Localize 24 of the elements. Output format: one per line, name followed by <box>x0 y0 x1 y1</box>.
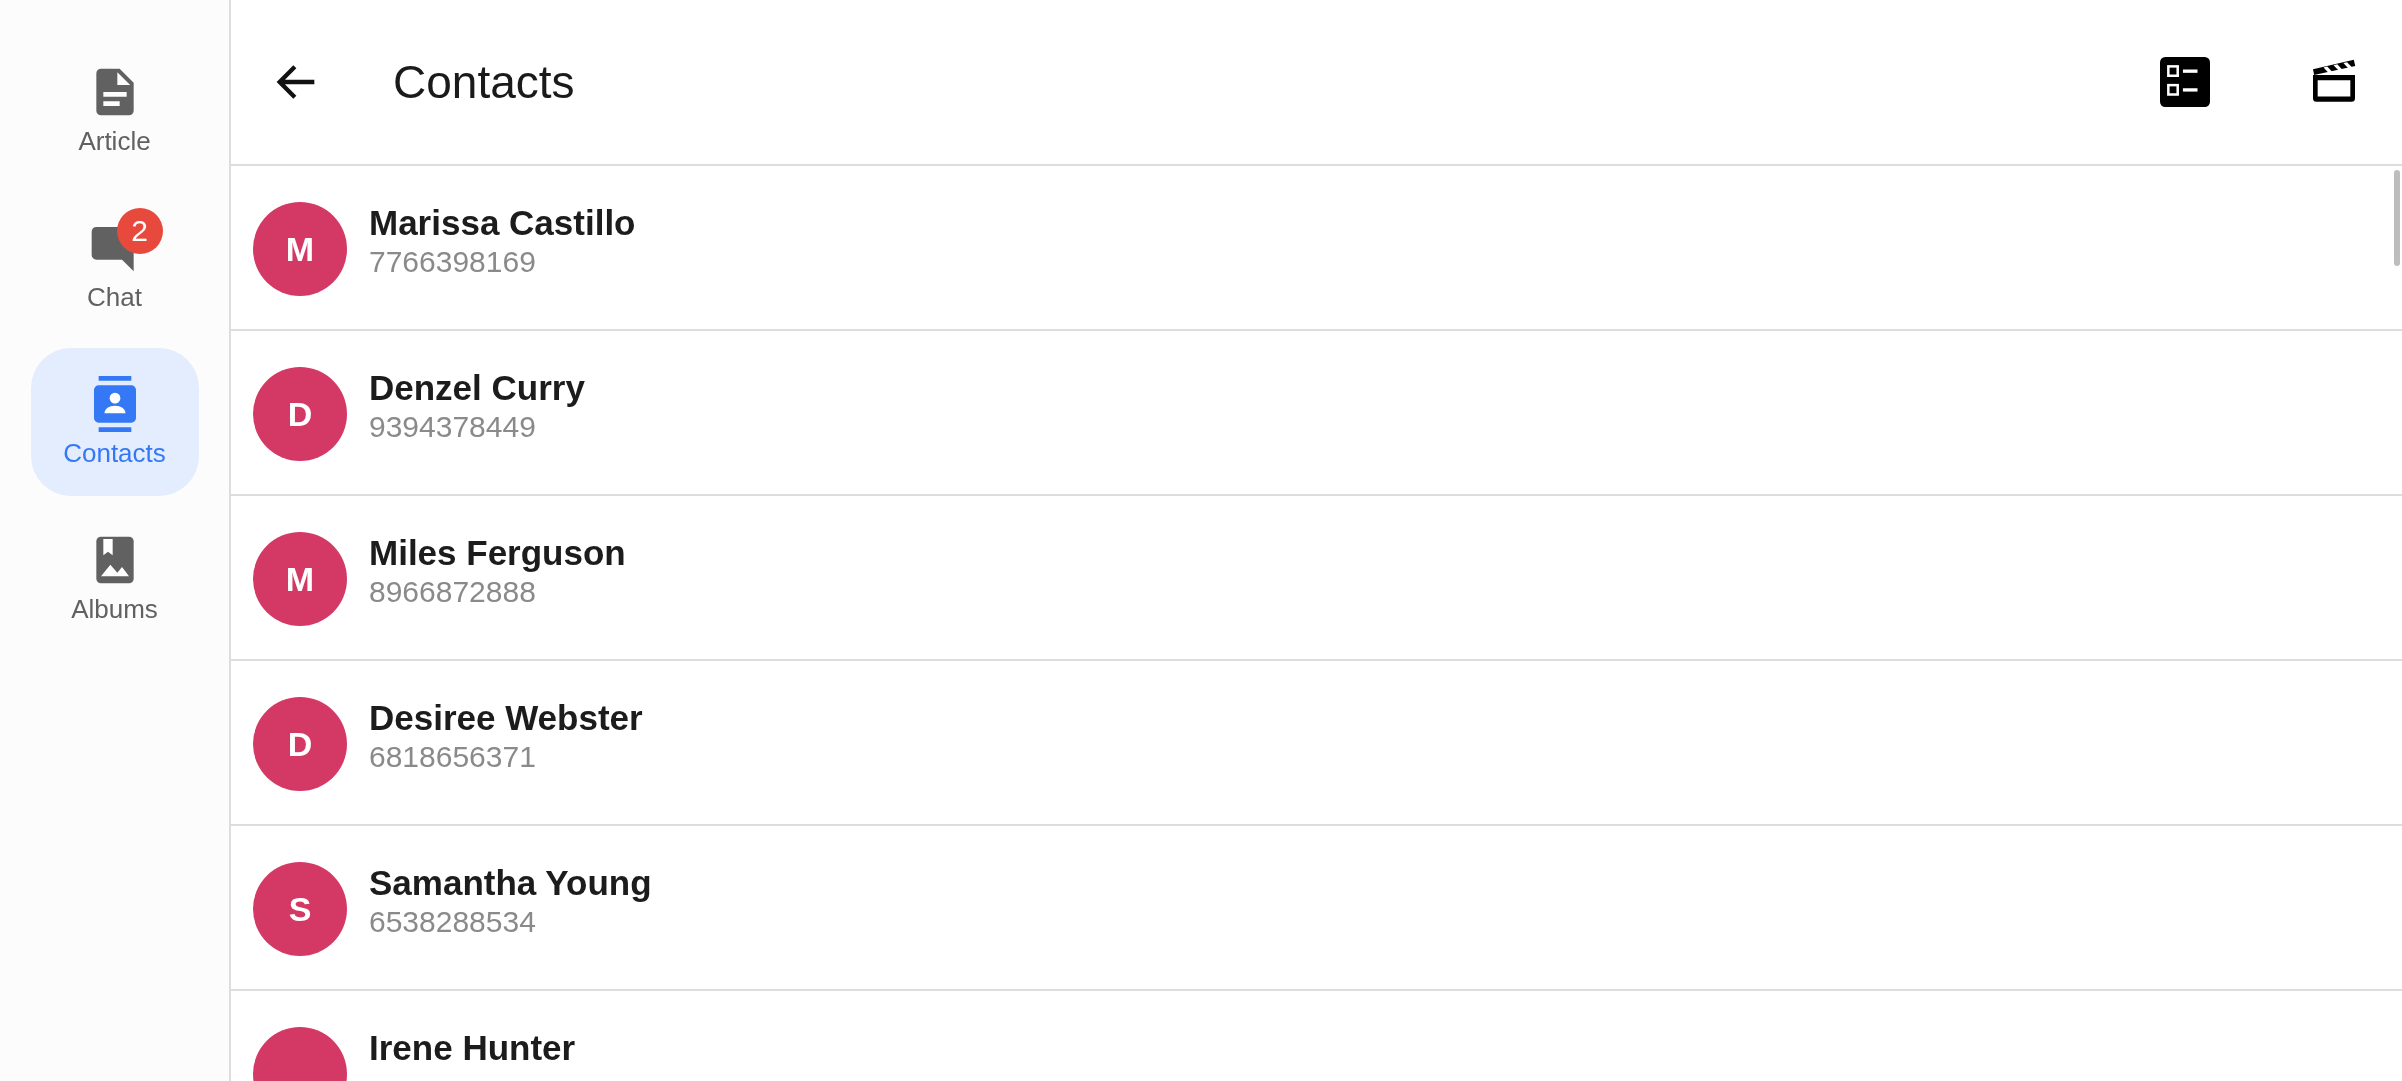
contact-name: Irene Hunter <box>369 1029 576 1068</box>
contact-phone: 9394378449 <box>369 409 537 444</box>
contact-name: Miles Ferguson <box>369 534 626 573</box>
contact-phone: 6818656371 <box>369 739 537 774</box>
sidebar-item[interactable]: Contacts <box>30 348 199 496</box>
scrollbar[interactable] <box>2394 170 2400 266</box>
avatar-initial: M <box>285 559 315 599</box>
sidebar-item[interactable]: 2 Chat <box>30 192 199 340</box>
checklist-icon[interactable] <box>2160 57 2210 107</box>
page-title: Contacts <box>393 55 576 109</box>
avatar-initial: S <box>288 889 312 929</box>
contact-phone: 8966872888 <box>369 574 537 609</box>
avatar-initial: D <box>287 724 313 764</box>
contact-phone: 7766398169 <box>369 244 537 279</box>
contact-name: Samantha Young <box>369 864 652 903</box>
contact-name: Desiree Webster <box>369 699 643 738</box>
sidebar-item[interactable]: Albums <box>30 504 199 652</box>
contact-phone: 6538288534 <box>369 904 537 939</box>
sidebar-item[interactable]: Article <box>30 36 199 184</box>
contact-name: Marissa Castillo <box>369 204 636 243</box>
contact-name: Denzel Curry <box>369 369 585 408</box>
avatar-initial: D <box>287 394 313 434</box>
avatar-initial: M <box>285 229 315 269</box>
unread-badge: 2 <box>116 207 163 254</box>
